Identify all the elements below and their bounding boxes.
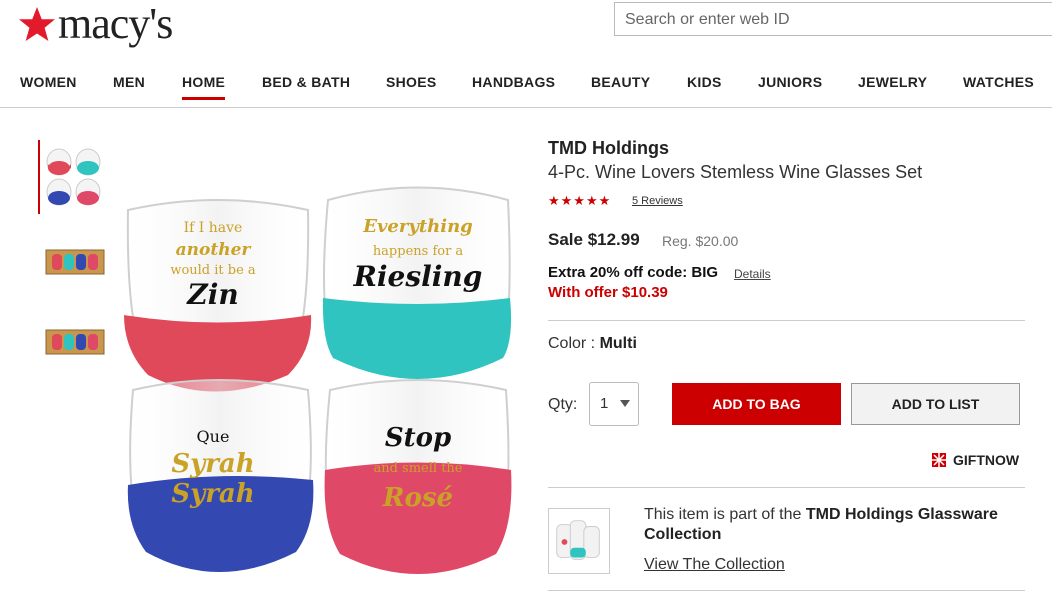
divider [548,590,1025,591]
color-value: Multi [599,335,637,352]
collection-thumbnail[interactable] [548,508,610,574]
glass-zin-line1: If I have [184,220,243,236]
view-collection-link[interactable]: View The Collection [644,556,785,574]
giftnow-label: GIFTNOW [953,452,1020,468]
divider [548,487,1025,488]
nav-item-jewelry[interactable]: JEWELRY [858,74,927,90]
glass-zin-line3: would it be a [170,263,256,278]
thumbnail-glasses[interactable] [44,146,106,210]
product-main-image[interactable]: If I have another would it be a Zin Ever… [118,180,518,598]
glass-riesling-line3: Riesling [353,260,483,293]
glass-rose-line1: Stop [385,423,451,453]
regular-price: Reg. $20.00 [662,233,739,249]
glass-zin-line2: another [176,240,252,260]
glass-riesling-line1: Everything [362,216,473,237]
thumbnail-active-indicator [38,140,40,214]
promo-code-text: Extra 20% off code: BIG [548,264,719,281]
glass-rose-line2: and smell the [373,461,462,476]
color-selection: Color : Multi [548,335,637,353]
product-title: 4-Pc. Wine Lovers Stemless Wine Glasses … [548,162,923,182]
reviews-link[interactable]: 5 Reviews [632,195,683,207]
offer-price: With offer $10.39 [548,284,668,301]
macys-logo[interactable]: macy's [18,0,173,48]
collection-prefix: This item is part of the [644,506,802,523]
glass-syrah-line2: Syrah [171,449,254,479]
nav-item-kids[interactable]: KIDS [687,74,722,90]
nav-item-beauty[interactable]: BEAUTY [591,74,650,90]
logo-wordmark: macy's [58,0,173,48]
thumbnail-box-alt[interactable] [44,312,106,376]
color-label: Color : [548,335,596,352]
glass-zin-line4: Zin [186,278,238,311]
thumbnail-box[interactable] [44,232,106,296]
quantity-value: 1 [600,395,609,412]
sale-price: Sale $12.99 [548,230,640,249]
add-to-list-button[interactable]: ADD TO LIST [851,383,1020,425]
nav-item-men[interactable]: MEN [113,74,145,90]
glass-rose-line3: Rosé [382,483,453,513]
chevron-down-icon[interactable] [620,400,630,407]
glass-syrah: Que Syrah Syrah [127,379,314,572]
quantity-select[interactable]: 1 [589,382,639,426]
glass-riesling: Everything happens for a Riesling [322,186,512,379]
nav-item-home[interactable]: HOME [182,74,226,100]
rating-stars-icon: ★★★★★ [548,193,612,208]
glass-riesling-line2: happens for a [373,244,464,259]
quantity-label: Qty: [548,396,578,413]
glass-zin: If I have another would it be a Zin [124,199,312,392]
search-input[interactable]: Search or enter web ID [614,2,1052,36]
nav-item-bed-bath[interactable]: BED & BATH [262,74,350,90]
main-nav: WOMEN MEN HOME BED & BATH SHOES HANDBAGS… [0,60,1052,108]
nav-item-women[interactable]: WOMEN [20,74,77,90]
glass-syrah-line3: Syrah [171,479,254,509]
nav-item-handbags[interactable]: HANDBAGS [472,74,555,90]
gift-icon [932,453,946,467]
macys-star-icon [19,6,55,42]
promo-details-link[interactable]: Details [734,267,771,281]
nav-item-watches[interactable]: WATCHES [963,74,1034,90]
divider [548,320,1025,321]
product-brand[interactable]: TMD Holdings [548,138,669,159]
glass-syrah-line1: Que [197,427,230,446]
giftnow-link[interactable]: GIFTNOW [932,452,1019,468]
glass-rose: Stop and smell the Rosé [324,379,512,574]
nav-item-shoes[interactable]: SHOES [386,74,437,90]
collection-description: This item is part of the TMD Holdings Gl… [644,505,1024,545]
add-to-bag-button[interactable]: ADD TO BAG [672,383,841,425]
nav-item-juniors[interactable]: JUNIORS [758,74,822,90]
